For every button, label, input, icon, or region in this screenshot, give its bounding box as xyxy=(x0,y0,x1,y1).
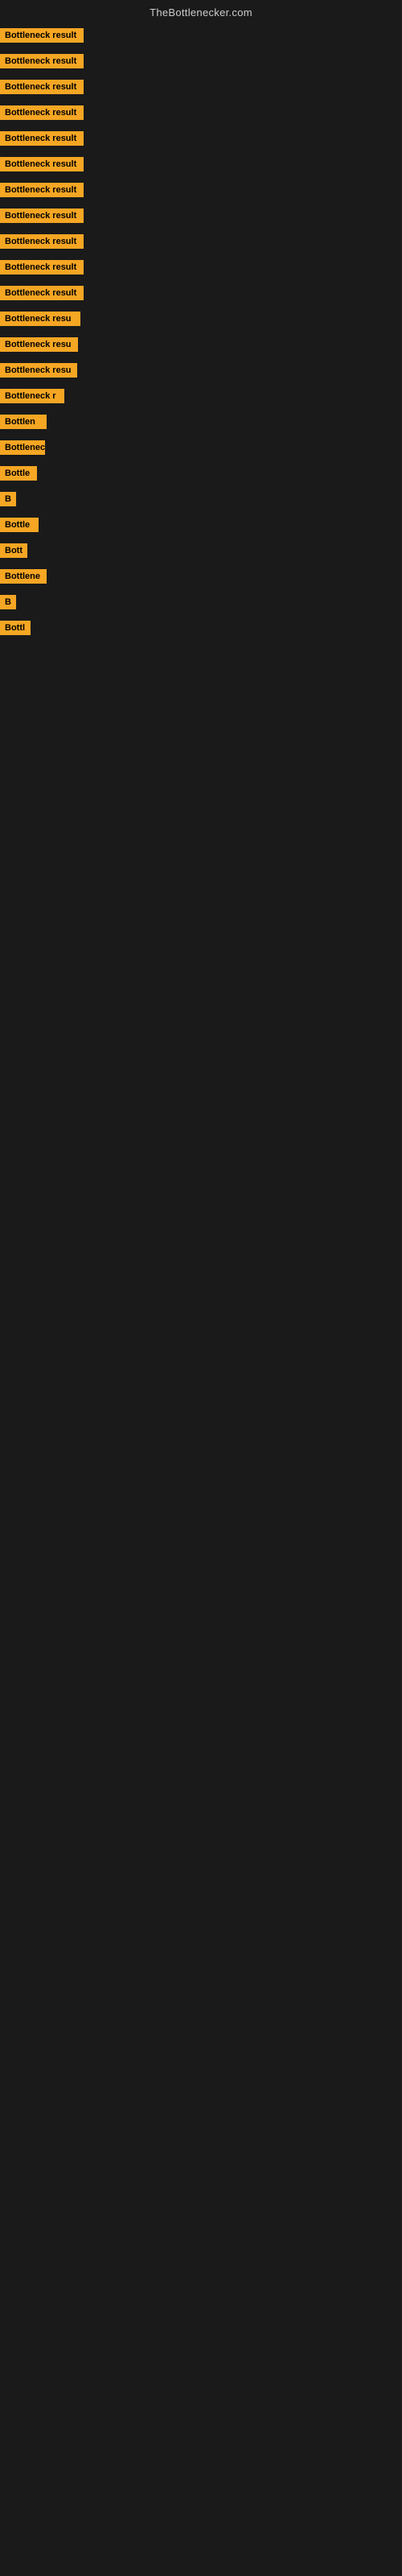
list-item: Bottleneck result xyxy=(0,23,402,49)
list-item: Bottleneck resu xyxy=(0,307,402,332)
bottleneck-badge: Bottleneck resu xyxy=(0,337,78,352)
list-item: B xyxy=(0,487,402,513)
bottleneck-badge: B xyxy=(0,595,16,609)
list-item: Bottleneck result xyxy=(0,49,402,75)
bottleneck-badge: Bottleneck result xyxy=(0,234,84,249)
bottleneck-badge: Bottleneck result xyxy=(0,183,84,197)
list-item: B xyxy=(0,590,402,616)
bottleneck-badge: Bottleneck resu xyxy=(0,312,80,326)
bottleneck-badge: Bottl xyxy=(0,621,31,635)
list-item: Bottl xyxy=(0,616,402,642)
bottleneck-badge: Bottleneck result xyxy=(0,54,84,68)
bottleneck-badge: Bottleneck result xyxy=(0,105,84,120)
list-item: Bottleneck result xyxy=(0,229,402,255)
bottleneck-badge: Bottleneck result xyxy=(0,208,84,223)
bottleneck-badge: Bottleneck result xyxy=(0,286,84,300)
bottleneck-badge: Bottle xyxy=(0,466,37,481)
list-item: Bottleneck result xyxy=(0,152,402,178)
list-item: Bottleneck r xyxy=(0,384,402,410)
list-item: Bott xyxy=(0,539,402,564)
site-header: TheBottlenecker.com xyxy=(0,0,402,22)
items-container: Bottleneck result Bottleneck result Bott… xyxy=(0,22,402,642)
list-item: Bottleneck resu xyxy=(0,332,402,358)
list-item: Bottleneck resu xyxy=(0,358,402,384)
list-item: Bottle xyxy=(0,461,402,487)
list-item: Bottleneck result xyxy=(0,255,402,281)
list-item: Bottleneck result xyxy=(0,178,402,204)
bottleneck-badge: Bottlene xyxy=(0,569,47,584)
list-item: Bottleneck result xyxy=(0,101,402,126)
list-item: Bottleneck result xyxy=(0,126,402,152)
bottleneck-badge: Bott xyxy=(0,543,27,558)
bottleneck-badge: Bottleneck result xyxy=(0,157,84,171)
list-item: Bottleneck result xyxy=(0,204,402,229)
bottleneck-badge: Bottle xyxy=(0,518,39,532)
bottleneck-badge: Bottlen xyxy=(0,415,47,429)
site-title: TheBottlenecker.com xyxy=(150,6,252,19)
bottom-spacer xyxy=(0,642,402,690)
list-item: Bottleneck xyxy=(0,436,402,461)
list-item: Bottlene xyxy=(0,564,402,590)
list-item: Bottleneck result xyxy=(0,281,402,307)
bottleneck-badge: B xyxy=(0,492,16,506)
bottleneck-badge: Bottleneck resu xyxy=(0,363,77,378)
list-item: Bottlen xyxy=(0,410,402,436)
bottleneck-badge: Bottleneck result xyxy=(0,28,84,43)
bottleneck-badge: Bottleneck xyxy=(0,440,45,455)
bottleneck-badge: Bottleneck r xyxy=(0,389,64,403)
bottleneck-badge: Bottleneck result xyxy=(0,80,84,94)
bottleneck-badge: Bottleneck result xyxy=(0,131,84,146)
list-item: Bottleneck result xyxy=(0,75,402,101)
bottleneck-badge: Bottleneck result xyxy=(0,260,84,275)
list-item: Bottle xyxy=(0,513,402,539)
